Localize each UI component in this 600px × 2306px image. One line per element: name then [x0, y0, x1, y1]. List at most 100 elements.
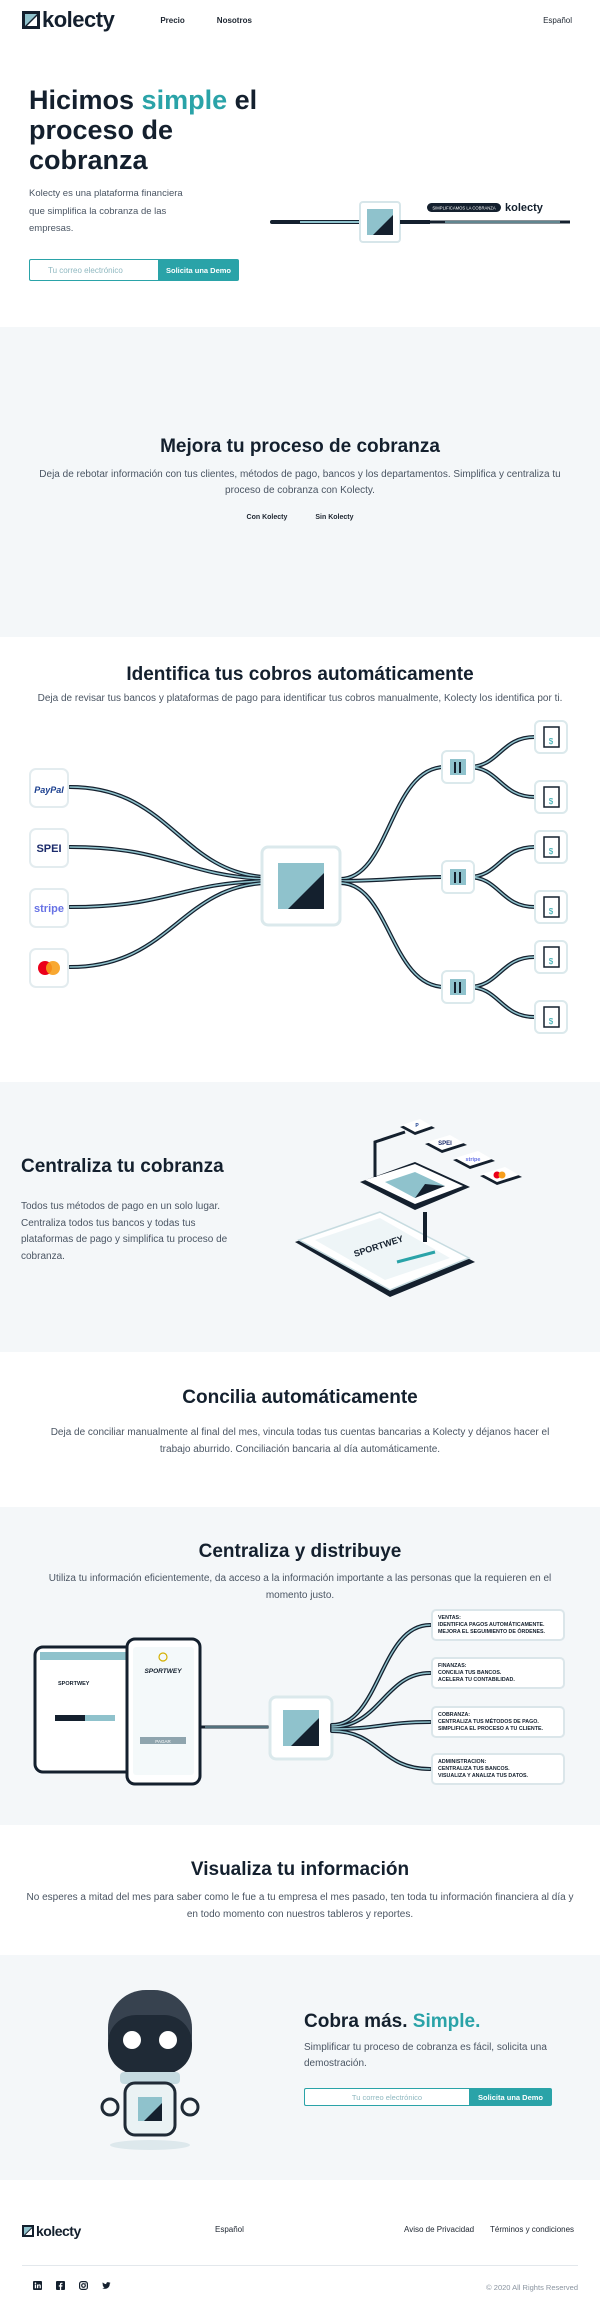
cobra-email-input[interactable] [304, 2088, 469, 2106]
stripe-tile: stripe [453, 1151, 495, 1169]
svg-text:CENTRALIZA TUS BANCOS.: CENTRALIZA TUS BANCOS. [438, 1766, 510, 1772]
twitter-icon[interactable] [102, 2281, 111, 2290]
cobra-title: Cobra más. Simple. [304, 2011, 481, 2032]
laptop-brand: SPORTWEY [58, 1681, 90, 1687]
footer: kolecty Español Aviso de Privacidad Térm… [0, 2180, 600, 2306]
kolecty-center-icon [260, 845, 342, 927]
stripe-tile: stripe [29, 888, 69, 928]
paypal-label: PayPal [34, 785, 64, 795]
hero-description: Kolecty es una plataforma financiera que… [29, 188, 183, 235]
laptop-illustration: SPORTWEY [33, 1645, 137, 1774]
hero-title: Hicimos simple el proceso de cobranza [29, 85, 258, 176]
hero-email-input[interactable] [29, 259, 158, 281]
centraliza-illustration: SPORTWEY P SPEI stripe [295, 1119, 522, 1297]
svg-text:stripe: stripe [466, 1157, 481, 1163]
top-nav: kolecty Precio Nosotros Español [0, 0, 600, 40]
brand-name: kolecty [42, 7, 115, 32]
nav-link-precio[interactable]: Precio [160, 16, 184, 25]
kolecty-logo-icon [22, 2225, 34, 2237]
svg-text:VISUALIZA Y ANALIZA TUS DATOS.: VISUALIZA Y ANALIZA TUS DATOS. [438, 1773, 528, 1779]
spei-label: SPEI [36, 843, 61, 855]
role-card-cobranza: COBRANZA: CENTRALIZA TUS MÉTODOS DE PAGO… [431, 1706, 565, 1738]
svg-text:$: $ [549, 737, 554, 746]
mejora-title: Mejora tu proceso de cobranza [160, 436, 440, 457]
mejora-description: Deja de rebotar información con tus clie… [39, 469, 561, 496]
bank-icon [441, 750, 475, 784]
language-selector[interactable]: Español [543, 16, 572, 25]
centraliza-section: Centraliza tu cobranza Todos tus métodos… [0, 1082, 600, 1352]
bank-icon [441, 860, 475, 894]
svg-text:SIMPLIFICA EL PROCESO A TU CLI: SIMPLIFICA EL PROCESO A TU CLIENTE. [438, 1726, 543, 1732]
svg-text:$: $ [549, 907, 554, 916]
social-links [33, 2281, 111, 2290]
distribuye-section: Centraliza y distribuye Utiliza tu infor… [0, 1507, 600, 1825]
bank-icon [441, 970, 475, 1004]
stripe-label: stripe [34, 903, 64, 915]
terms-link[interactable]: Términos y condiciones [490, 2225, 574, 2234]
pay-button: PAGAR [155, 1739, 171, 1744]
svg-text:MEJORA EL SEGUIMIENTO DE ÓRDEN: MEJORA EL SEGUIMIENTO DE ÓRDENES. [438, 1627, 546, 1635]
linkedin-icon[interactable] [33, 2281, 42, 2290]
tab-con-kolecty[interactable]: Con Kolecty [247, 514, 288, 521]
concilia-section: Concilia automáticamente Deja de concili… [0, 1352, 600, 1507]
hero-section: Hicimos simple el proceso de cobranza Ko… [0, 40, 600, 327]
svg-text:COBRANZA:: COBRANZA: [438, 1712, 470, 1718]
svg-text:SPEI: SPEI [438, 1141, 452, 1147]
paypal-tile: P [400, 1119, 435, 1135]
visualiza-description: No esperes a mitad del mes para saber co… [26, 1892, 574, 1920]
identifica-section: Identifica tus cobros automáticamente De… [0, 637, 600, 1082]
svg-text:CENTRALIZA TUS MÉTODOS DE PAGO: CENTRALIZA TUS MÉTODOS DE PAGO. [438, 1717, 539, 1725]
mastercard-icon [29, 948, 69, 988]
invoice-icon: $ [534, 1000, 568, 1034]
privacy-link[interactable]: Aviso de Privacidad [404, 2225, 474, 2234]
paypal-tile: PayPal [29, 768, 69, 808]
svg-text:IDENTIFICA PAGOS AUTOMÁTICAMEN: IDENTIFICA PAGOS AUTOMÁTICAMENTE. [438, 1621, 545, 1628]
svg-text:$: $ [549, 957, 554, 966]
nav-link-nosotros[interactable]: Nosotros [217, 16, 252, 25]
centraliza-title: Centraliza tu cobranza [21, 1156, 224, 1177]
invoice-icon: $ [534, 720, 568, 754]
tab-sin-kolecty[interactable]: Sin Kolecty [315, 514, 353, 521]
svg-text:$: $ [549, 1017, 554, 1026]
footer-language-selector[interactable]: Español [215, 2225, 244, 2234]
phone-illustration: SPORTWEY PAGAR [125, 1637, 202, 1786]
visualiza-title: Visualiza tu información [190, 1859, 410, 1880]
instagram-icon[interactable] [79, 2281, 88, 2290]
svg-text:ACELERA TU CONTABILIDAD.: ACELERA TU CONTABILIDAD. [438, 1677, 515, 1683]
svg-text:VENTAS:: VENTAS: [438, 1615, 461, 1621]
visualiza-section: Visualiza tu información No esperes a mi… [0, 1825, 600, 1955]
cobra-demo-button[interactable]: Solicita una Demo [469, 2088, 552, 2106]
hero-demo-form: Solicita una Demo [29, 259, 239, 281]
kolecty-center-icon [268, 1695, 334, 1761]
kolecty-logo-icon [22, 11, 40, 29]
invoice-icon: $ [534, 830, 568, 864]
brand-logo[interactable]: kolecty [22, 7, 115, 33]
invoice-icon: $ [534, 890, 568, 924]
svg-text:$: $ [549, 797, 554, 806]
mejora-section: Mejora tu proceso de cobranza Deja de re… [0, 327, 600, 637]
hero-badge-brand: kolecty [505, 202, 544, 214]
hero-demo-button[interactable]: Solicita una Demo [158, 259, 239, 281]
cobra-demo-form: Solicita una Demo [304, 2088, 552, 2106]
svg-text:$: $ [549, 847, 554, 856]
distribuye-diagram: SPORTWEY SPORTWEY PAGAR VENTAS: IDENTIFI… [33, 1609, 565, 1786]
phone-brand: SPORTWEY [144, 1668, 182, 1675]
invoice-icon: $ [534, 780, 568, 814]
concilia-description: Deja de conciliar manualmente al final d… [50, 1427, 550, 1455]
hero-badge-text: SIMPLIFICAMOS LA COBRANZA [432, 206, 495, 211]
hero-illustration: SIMPLIFICAMOS LA COBRANZA kolecty [270, 201, 570, 243]
footer-logo[interactable]: kolecty [22, 2223, 81, 2239]
facebook-icon[interactable] [56, 2281, 65, 2290]
identifica-diagram: PayPal SPEI stripe $ $ $ $ $ $ [29, 720, 568, 1034]
spei-tile: SPEI [425, 1135, 467, 1153]
invoice-icon: $ [534, 940, 568, 974]
role-card-ventas: VENTAS: IDENTIFICA PAGOS AUTOMÁTICAMENTE… [431, 1609, 565, 1641]
footer-brand-name: kolecty [36, 2223, 81, 2239]
svg-text:CONCILIA TUS BANCOS.: CONCILIA TUS BANCOS. [438, 1670, 502, 1676]
footer-divider [22, 2265, 578, 2266]
robot-illustration [100, 1990, 200, 2150]
role-card-finanzas: FINANZAS: CONCILIA TUS BANCOS. ACELERA T… [431, 1657, 565, 1689]
concilia-title: Concilia automáticamente [182, 1387, 418, 1408]
cobra-description: Simplificar tu proceso de cobranza es fá… [304, 2042, 547, 2069]
role-card-administracion: ADMINISTRACION: CENTRALIZA TUS BANCOS. V… [431, 1753, 565, 1785]
